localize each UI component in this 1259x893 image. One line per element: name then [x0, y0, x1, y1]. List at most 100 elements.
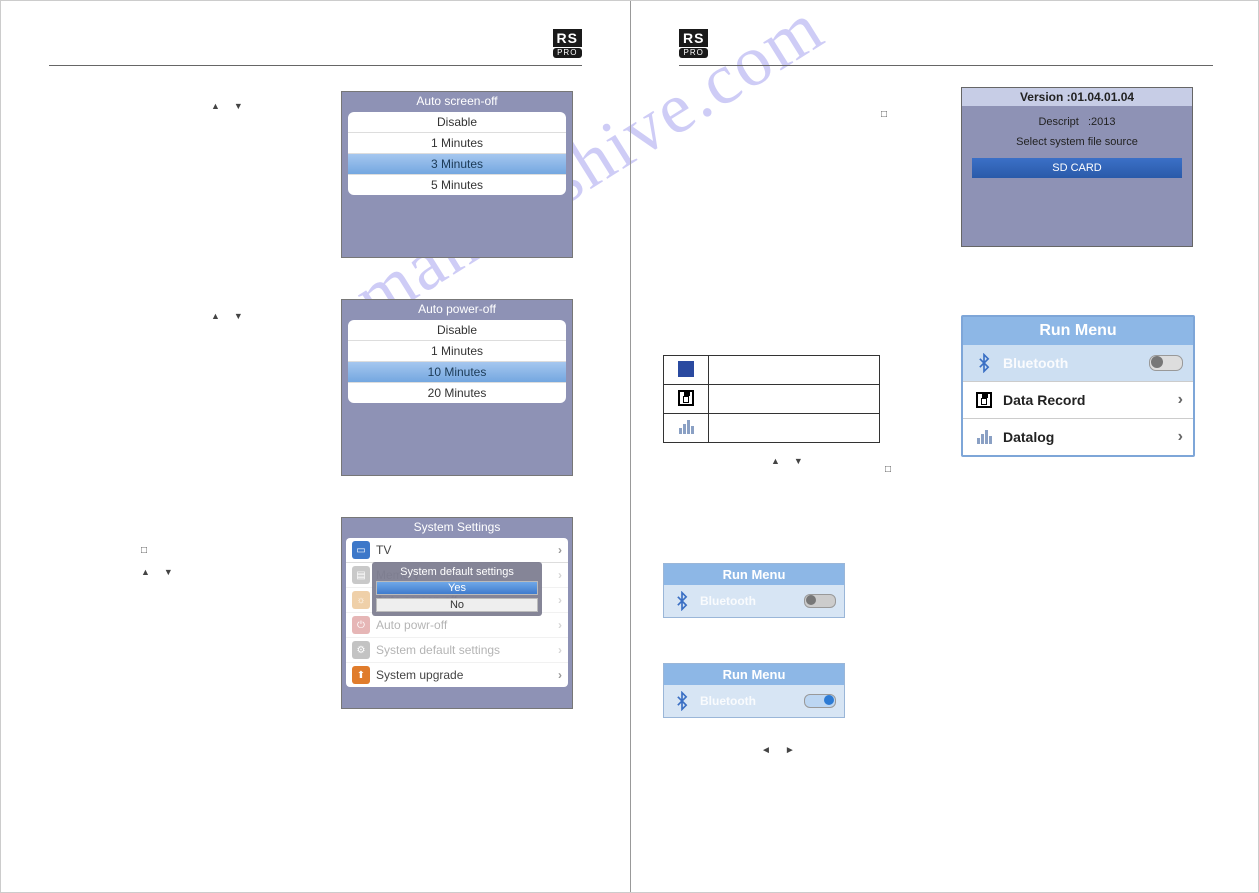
panel-title: Auto power-off: [342, 300, 572, 318]
data-record-label: Data Record: [1003, 392, 1085, 408]
option-1min[interactable]: 1 Minutes: [348, 341, 566, 362]
table-row: [664, 385, 880, 414]
default-settings-dialog: System default settings Yes No: [372, 562, 542, 616]
rs-logo: RS PRO: [553, 29, 582, 58]
chevron-right-icon: ›: [1178, 391, 1183, 409]
page-right: RS PRO □ Version :01.04.01.04 Descript :…: [631, 1, 1259, 892]
gear-icon: ⚙: [352, 641, 370, 659]
up-arrow-icon: ▲: [211, 101, 220, 111]
run-menu-title: Run Menu: [664, 564, 844, 585]
option-3min[interactable]: 3 Minutes: [348, 154, 566, 175]
bluetooth-row[interactable]: Bluetooth: [963, 345, 1193, 382]
chevron-right-icon: ›: [558, 643, 562, 657]
option-20min[interactable]: 20 Minutes: [348, 383, 566, 403]
sd-card-button[interactable]: SD CARD: [972, 158, 1182, 178]
legend-label: [709, 385, 880, 414]
header-rule: [49, 65, 582, 66]
option-disable[interactable]: Disable: [348, 112, 566, 133]
no-button[interactable]: No: [376, 598, 538, 612]
version-header: Version :01.04.01.04: [962, 88, 1192, 106]
nav-arrows-2: ▲ ▼: [211, 311, 243, 322]
system-settings-panel: System Settings ▭ TV › ▤ Memory › ☼ Auto…: [341, 517, 573, 709]
down-arrow-icon: ▼: [164, 567, 173, 577]
logo-bottom: PRO: [553, 48, 582, 58]
run-menu-title: Run Menu: [664, 664, 844, 685]
yes-button[interactable]: Yes: [376, 581, 538, 595]
datalog-label: Datalog: [1003, 429, 1054, 445]
save-legend-icon: [664, 385, 709, 414]
data-record-row[interactable]: Data Record ›: [963, 382, 1193, 419]
page-left: RS PRO ▲ ▼ Auto screen-off Disable 1 Min…: [1, 1, 631, 892]
run-menu-bluetooth-off: Run Menu Bluetooth: [663, 563, 845, 618]
down-arrow-icon: ▼: [794, 456, 803, 466]
square-icon: □: [141, 545, 147, 556]
bluetooth-label: Bluetooth: [700, 694, 756, 708]
bluetooth-row[interactable]: Bluetooth: [664, 585, 844, 617]
bluetooth-toggle-on[interactable]: [804, 694, 836, 708]
nav-arrows-3: ▲ ▼: [141, 567, 173, 578]
bluetooth-icon: [973, 352, 995, 374]
chevron-right-icon: ›: [558, 543, 562, 557]
row-system-upgrade[interactable]: ⬆ System upgrade ›: [346, 663, 568, 687]
logo-top: RS: [679, 29, 708, 47]
row-default-settings[interactable]: ⚙ System default settings ›: [346, 638, 568, 663]
version-panel: Version :01.04.01.04 Descript :2013 Sele…: [961, 87, 1193, 247]
bluetooth-legend-icon: [664, 356, 709, 385]
table-row: [664, 414, 880, 443]
square-icon: □: [885, 464, 891, 475]
upgrade-icon: ⬆: [352, 666, 370, 684]
descript-value: :2013: [1088, 116, 1116, 128]
bluetooth-toggle-off[interactable]: [804, 594, 836, 608]
chevron-right-icon: ›: [1178, 428, 1183, 446]
bluetooth-label: Bluetooth: [700, 594, 756, 608]
header-rule: [679, 65, 1213, 66]
bluetooth-row[interactable]: Bluetooth: [664, 685, 844, 717]
bluetooth-icon: [672, 691, 692, 711]
panel-title: Auto screen-off: [342, 92, 572, 110]
select-source-text: Select system file source: [968, 136, 1186, 148]
nav-arrows-lr: ◄ ►: [761, 745, 795, 756]
square-icon: □: [881, 109, 887, 120]
rs-logo: RS PRO: [679, 29, 708, 58]
panel-title: System Settings: [342, 518, 572, 536]
save-icon: [973, 389, 995, 411]
option-5min[interactable]: 5 Minutes: [348, 175, 566, 195]
datalog-icon: [973, 426, 995, 448]
logo-bottom: PRO: [679, 48, 708, 58]
option-list: Disable 1 Minutes 10 Minutes 20 Minutes: [348, 320, 566, 403]
screen-off-icon: ☼: [352, 591, 370, 609]
chevron-right-icon: ›: [558, 568, 562, 582]
datalog-row[interactable]: Datalog ›: [963, 419, 1193, 455]
bluetooth-toggle[interactable]: [1149, 355, 1183, 371]
row-label: TV: [376, 543, 391, 557]
row-label: Auto powr-off: [376, 618, 447, 632]
row-tv[interactable]: ▭ TV ›: [346, 538, 568, 563]
option-disable[interactable]: Disable: [348, 320, 566, 341]
memory-icon: ▤: [352, 566, 370, 584]
tv-icon: ▭: [352, 541, 370, 559]
nav-arrows-table: ▲ ▼: [771, 456, 803, 467]
nav-arrows-1: ▲ ▼: [211, 101, 243, 112]
auto-screen-off-panel: Auto screen-off Disable 1 Minutes 3 Minu…: [341, 91, 573, 258]
run-menu-title: Run Menu: [963, 317, 1193, 345]
version-label: Version: [1020, 90, 1063, 104]
run-menu-bluetooth-on: Run Menu Bluetooth: [663, 663, 845, 718]
bluetooth-label: Bluetooth: [1003, 355, 1068, 371]
option-10min[interactable]: 10 Minutes: [348, 362, 566, 383]
row-label: System default settings: [376, 643, 500, 657]
down-arrow-icon: ▼: [234, 311, 243, 321]
option-1min[interactable]: 1 Minutes: [348, 133, 566, 154]
logo-top: RS: [553, 29, 582, 47]
row-label: System upgrade: [376, 668, 463, 682]
right-arrow-icon: ►: [785, 745, 795, 756]
down-arrow-icon: ▼: [234, 101, 243, 111]
left-arrow-icon: ◄: [761, 745, 771, 756]
table-row: [664, 356, 880, 385]
legend-label: [709, 414, 880, 443]
chevron-right-icon: ›: [558, 593, 562, 607]
descript-label: Descript: [1038, 116, 1078, 128]
row-power-off[interactable]: ⏻ Auto powr-off ›: [346, 613, 568, 638]
up-arrow-icon: ▲: [211, 311, 220, 321]
up-arrow-icon: ▲: [771, 456, 780, 466]
version-value: :01.04.01.04: [1067, 90, 1134, 104]
